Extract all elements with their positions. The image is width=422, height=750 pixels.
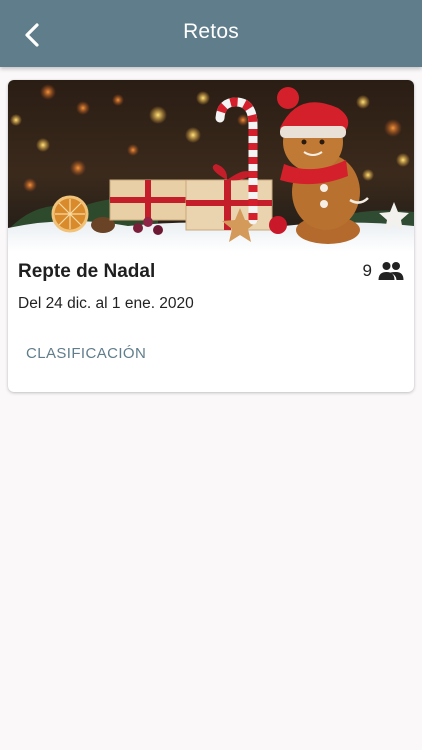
people-icon <box>378 262 404 280</box>
challenge-image <box>8 80 414 252</box>
page-title: Retos <box>183 20 239 43</box>
clasificacion-button[interactable]: CLASIFICACIÓN <box>18 337 154 370</box>
challenge-title: Repte de Nadal <box>18 261 156 282</box>
challenge-dates: Del 24 dic. al 1 ene. 2020 <box>18 295 194 312</box>
participants: 9 <box>363 261 404 281</box>
app-bar: Retos <box>0 0 422 67</box>
participants-count: 9 <box>362 261 372 280</box>
challenge-card[interactable]: Repte de Nadal 9 Del 24 dic. al 1 ene. 2… <box>8 80 414 392</box>
